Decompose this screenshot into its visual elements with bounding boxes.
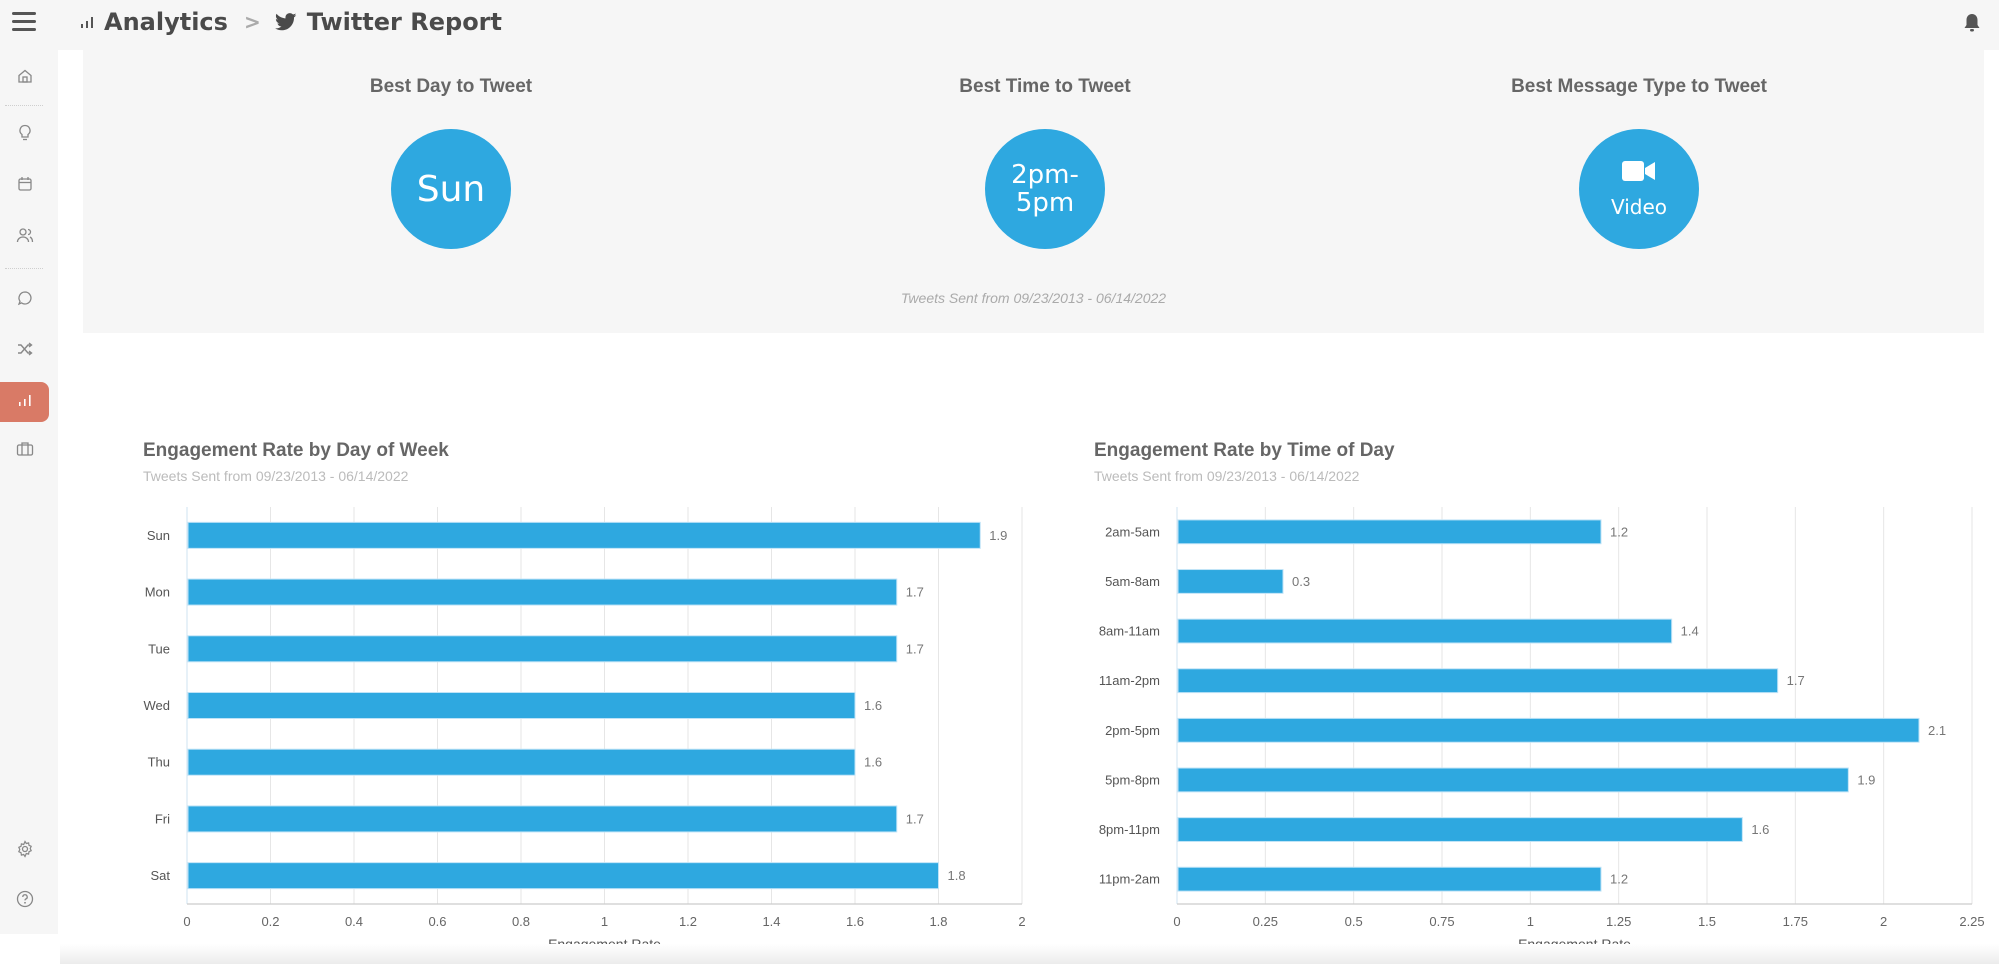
bar-time: [1177, 717, 1920, 743]
category-label-time: 5am-8am: [1105, 574, 1160, 589]
data-label-time: 1.2: [1610, 524, 1628, 539]
bar-day: [187, 805, 898, 833]
x-tick-label-time: 1.25: [1606, 914, 1631, 929]
bar-time: [1177, 817, 1743, 842]
category-label-time: 2am-5am: [1105, 524, 1160, 539]
x-tick-label-day: 1.2: [679, 914, 697, 929]
data-label-day: 1.8: [948, 868, 966, 883]
category-label-day: Sun: [147, 528, 170, 543]
bar-day: [187, 578, 898, 606]
bar-day: [187, 692, 856, 719]
bar-day: [187, 635, 898, 663]
bar-day: [187, 521, 981, 549]
bar-time: [1177, 618, 1673, 644]
data-label-time: 1.9: [1857, 772, 1875, 787]
x-tick-label-day: 2: [1018, 914, 1025, 929]
category-label-day: Wed: [144, 698, 171, 713]
category-label-time: 5pm-8pm: [1105, 772, 1160, 787]
x-tick-label-day: 0.4: [345, 914, 363, 929]
data-label-day: 1.7: [906, 641, 924, 656]
category-label-time: 8am-11am: [1099, 624, 1160, 639]
data-label-time: 1.7: [1787, 673, 1805, 688]
x-tick-label-day: 1.6: [846, 914, 864, 929]
data-label-time: 1.6: [1751, 822, 1769, 837]
category-label-day: Sat: [150, 868, 170, 883]
category-label-day: Thu: [148, 755, 170, 770]
category-label-day: Fri: [155, 811, 170, 826]
data-label-time: 1.2: [1610, 872, 1628, 887]
x-tick-label-day: 0: [183, 914, 190, 929]
category-label-time: 11am-2pm: [1099, 673, 1160, 688]
bar-time: [1177, 519, 1602, 545]
data-label-day: 1.6: [864, 755, 882, 770]
x-tick-label-day: 0.6: [428, 914, 446, 929]
x-tick-label-day: 1.8: [929, 914, 947, 929]
bar-time: [1177, 569, 1284, 594]
x-tick-label-day: 1: [601, 914, 608, 929]
x-tick-label-time: 1.5: [1698, 914, 1716, 929]
bar-charts: 00.20.40.60.811.21.41.61.82Engagement Ra…: [144, 507, 1985, 952]
x-tick-label-day: 1.4: [762, 914, 780, 929]
data-label-time: 0.3: [1292, 574, 1310, 589]
category-label-time: 8pm-11pm: [1099, 822, 1160, 837]
bottom-shadow: [60, 944, 1999, 964]
category-label-time: 11pm-2am: [1099, 872, 1160, 887]
data-label-time: 2.1: [1928, 723, 1946, 738]
bar-day: [187, 862, 939, 890]
data-label-day: 1.7: [906, 585, 924, 600]
data-label-day: 1.6: [864, 698, 882, 713]
x-tick-label-time: 2.25: [1959, 914, 1984, 929]
x-tick-label-day: 0.8: [512, 914, 530, 929]
data-label-day: 1.9: [989, 528, 1007, 543]
category-label-time: 2pm-5pm: [1105, 723, 1160, 738]
x-tick-label-time: 0: [1173, 914, 1180, 929]
bar-time: [1177, 866, 1602, 892]
x-tick-label-time: 1: [1527, 914, 1534, 929]
data-label-time: 1.4: [1681, 624, 1699, 639]
bar-time: [1177, 668, 1779, 694]
x-tick-label-time: 1.75: [1783, 914, 1808, 929]
bar-day: [187, 748, 856, 776]
bar-time: [1177, 767, 1849, 793]
x-tick-label-time: 0.75: [1429, 914, 1454, 929]
x-tick-label-time: 0.25: [1253, 914, 1278, 929]
x-tick-label-day: 0.2: [261, 914, 279, 929]
category-label-day: Tue: [148, 641, 170, 656]
x-tick-label-time: 0.5: [1345, 914, 1363, 929]
category-label-day: Mon: [145, 585, 170, 600]
x-tick-label-time: 2: [1880, 914, 1887, 929]
data-label-day: 1.7: [906, 811, 924, 826]
